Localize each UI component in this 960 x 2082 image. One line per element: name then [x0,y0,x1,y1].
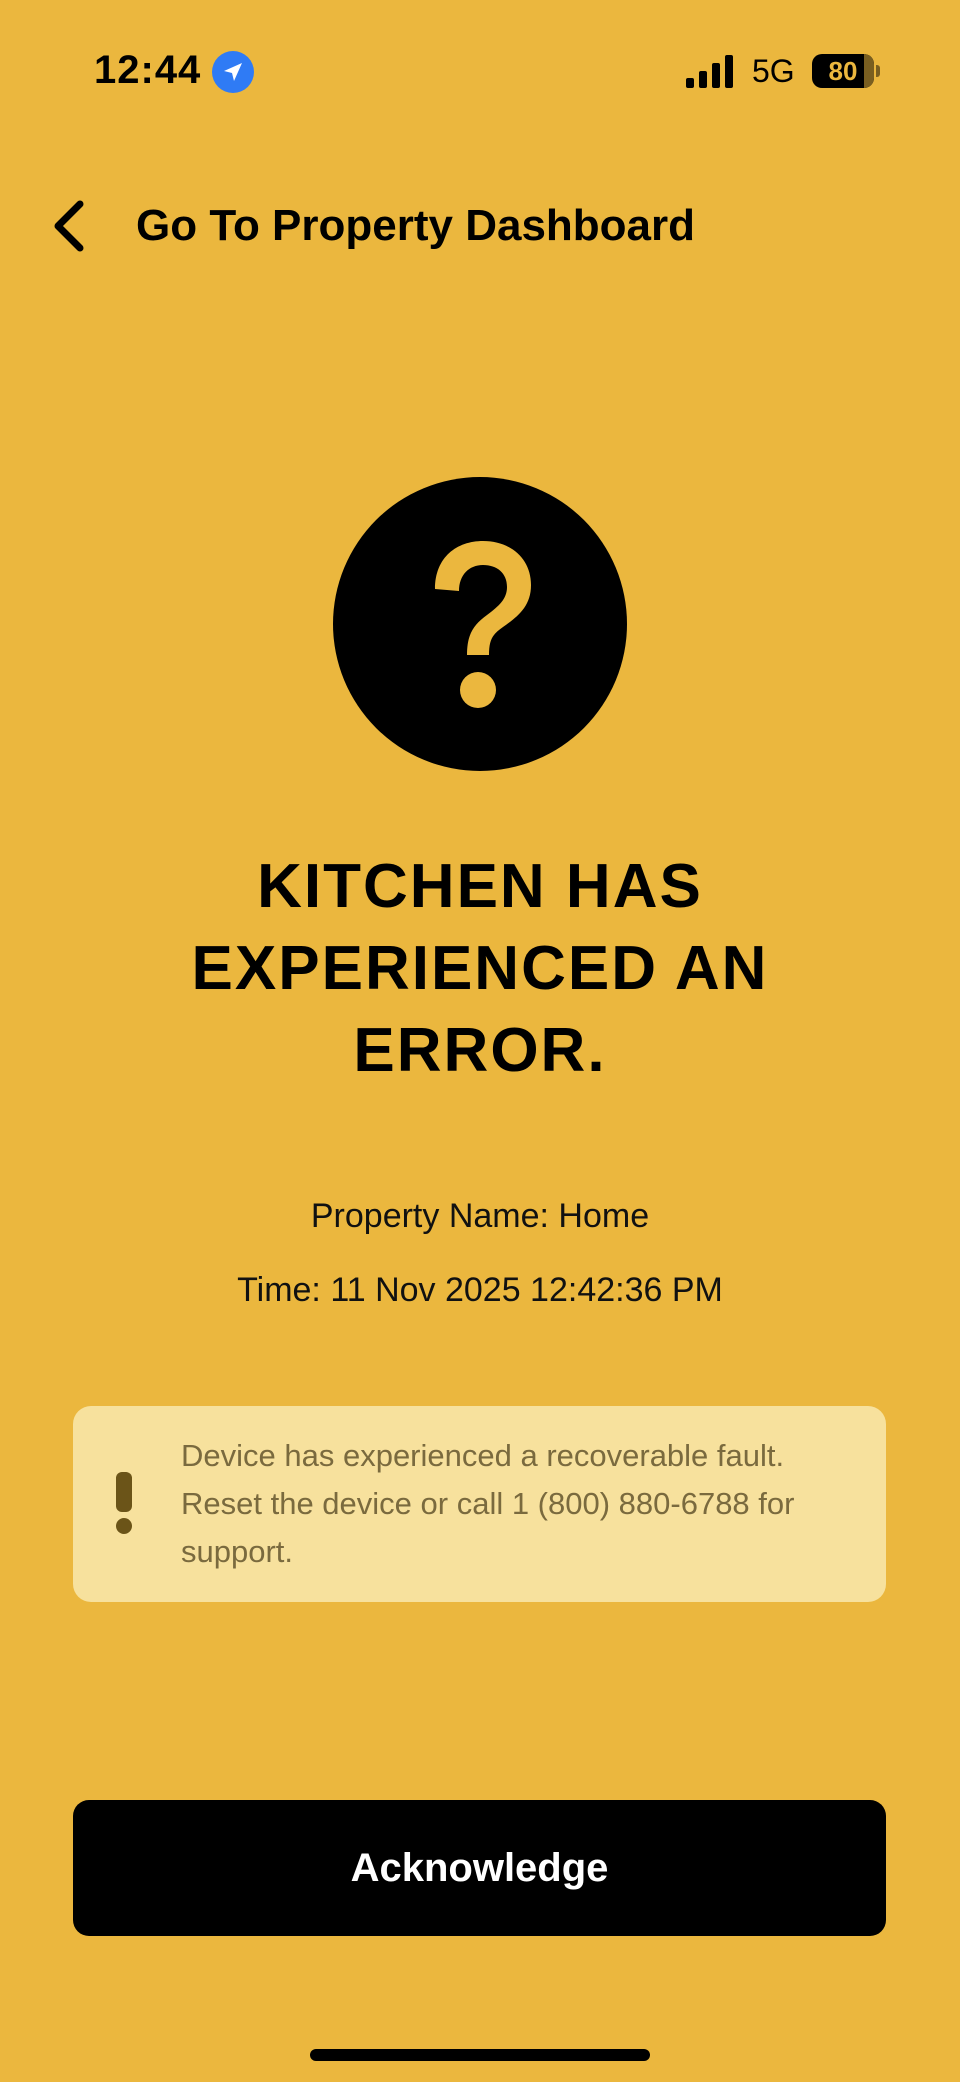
battery-icon: 80 [812,54,874,88]
acknowledge-button[interactable]: Acknowledge [73,1800,886,1936]
battery-tip [876,65,880,77]
battery-level: 80 [828,56,858,86]
nav-bar: Go To Property Dashboard [48,190,908,264]
property-name: Property Name: Home [310,1197,650,1235]
exclamation-icon [116,1472,132,1534]
back-to-dashboard-link[interactable]: Go To Property Dashboard [136,190,695,262]
location-arrow-icon [212,51,254,93]
status-bar: 12:44 5G 80 [0,0,960,140]
error-time: Time: 11 Nov 2025 12:42:36 PM [237,1271,723,1309]
home-indicator[interactable] [310,2049,650,2061]
cellular-signal-icon [686,55,733,88]
question-circle-icon [333,477,627,771]
network-type: 5G [752,53,795,89]
fault-notice: Device has experienced a recoverable fau… [73,1406,886,1602]
chevron-left-icon[interactable] [48,198,92,254]
error-heading: KITCHEN HAS EXPERIENCED AN ERROR. [191,852,769,1085]
status-time: 12:44 [94,48,202,92]
fault-notice-text: Device has experienced a recoverable fau… [181,1438,795,1569]
battery-empty-segment [864,54,874,88]
